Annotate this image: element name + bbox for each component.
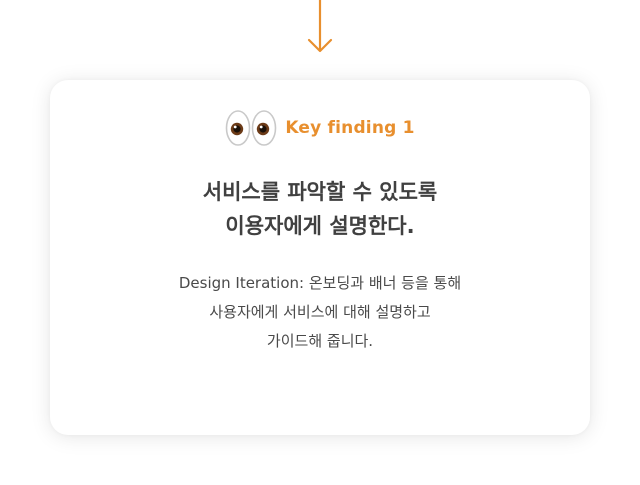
headline-line-2: 이용자에게 설명한다. [225, 214, 415, 238]
headline: 서비스를 파악할 수 있도록 이용자에게 설명한다. [50, 175, 590, 243]
headline-line-1: 서비스를 파악할 수 있도록 [202, 180, 438, 204]
description-line-1: Design Iteration: 온보딩과 배너 등을 통해 [178, 274, 462, 292]
finding-header: Key finding 1 [50, 108, 590, 148]
eyes-icon [226, 110, 277, 146]
page: Key finding 1 서비스를 파악할 수 있도록 이용자에게 설명한다.… [0, 0, 640, 485]
arrow-down-icon [307, 0, 333, 53]
description: Design Iteration: 온보딩과 배너 등을 통해 사용자에게 서비… [50, 269, 590, 356]
description-line-3: 가이드해 줍니다. [266, 332, 374, 350]
finding-label: Key finding 1 [285, 118, 415, 138]
description-line-2: 사용자에게 서비스에 대해 설명하고 [209, 303, 431, 321]
key-finding-card: Key finding 1 서비스를 파악할 수 있도록 이용자에게 설명한다.… [50, 80, 590, 435]
